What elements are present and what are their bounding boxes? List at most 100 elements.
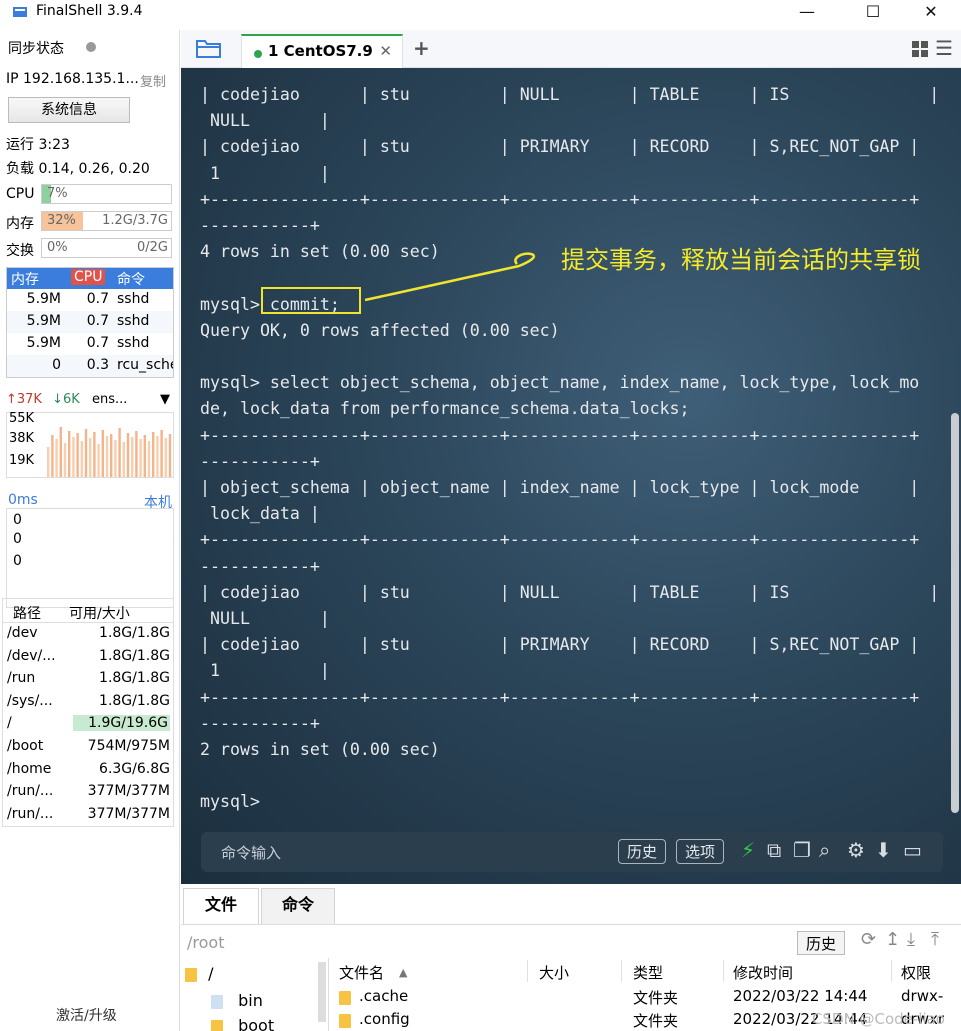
- process-table-header: 内存 CPU 命令: [7, 268, 173, 289]
- close-tab-icon[interactable]: ✕: [379, 42, 392, 60]
- disk-row[interactable]: / 1.9G/19.6G: [3, 713, 173, 736]
- disk-path: /dev/...: [7, 647, 56, 664]
- add-tab-button[interactable]: +: [413, 36, 430, 60]
- network-bar: [72, 437, 75, 477]
- col-type[interactable]: 类型: [633, 962, 663, 983]
- file-type: 文件夹: [633, 989, 679, 1007]
- paste-icon[interactable]: ❐: [793, 838, 811, 862]
- upload-file-icon[interactable]: ⤒: [931, 929, 939, 950]
- process-mem: 5.9M: [26, 335, 61, 351]
- path-history-button[interactable]: 历史: [797, 931, 846, 955]
- file-mtime: 2022/03/22 14:44: [733, 987, 868, 1005]
- interface-select[interactable]: ens...: [92, 392, 127, 407]
- command-bar: 命令输入 历史 选项 ⚡ ⧉ ❐ ⌕ ⚙ ⬇ ▭: [201, 832, 943, 872]
- minimize-button[interactable]: —: [784, 0, 830, 26]
- tree-item-boot[interactable]: boot: [211, 1016, 274, 1031]
- col-mtime[interactable]: 修改时间: [733, 962, 793, 983]
- network-bar: [143, 435, 146, 477]
- tree-item-root[interactable]: /: [185, 964, 213, 983]
- disk-row[interactable]: /run/... 377M/377M: [3, 804, 173, 827]
- process-mem: 5.9M: [26, 291, 61, 307]
- mem-meter: 32% 1.2G/3.7G: [41, 211, 172, 231]
- network-bar: [59, 427, 62, 477]
- col-path[interactable]: 路径: [13, 603, 41, 623]
- chevron-down-icon[interactable]: ▼: [160, 392, 170, 407]
- col-size[interactable]: 大小: [539, 962, 569, 983]
- disk-row[interactable]: /home 6.3G/6.8G: [3, 759, 173, 782]
- terminal-output[interactable]: | codejiao | stu | NULL | TABLE | IS | N…: [200, 82, 939, 816]
- download-file-icon[interactable]: ⤓: [907, 929, 915, 950]
- network-bar: [80, 441, 83, 477]
- tree-item-bin[interactable]: bin: [211, 991, 263, 1010]
- tab-commands[interactable]: 命令: [261, 888, 335, 924]
- disk-row[interactable]: /dev/... 1.8G/1.8G: [3, 646, 173, 669]
- process-row[interactable]: 5.9M 0.7 sshd: [7, 311, 173, 333]
- process-row[interactable]: 0 0.3 rcu_sche: [7, 355, 173, 377]
- col-mem[interactable]: 内存: [11, 269, 39, 289]
- col-filename[interactable]: 文件名: [339, 962, 384, 983]
- copy-icon[interactable]: ⧉: [767, 838, 781, 862]
- terminal-scrollbar[interactable]: [951, 413, 959, 813]
- network-bar: [110, 434, 113, 477]
- tree-scrollbar[interactable]: [318, 962, 326, 1022]
- network-bar: [76, 433, 79, 477]
- ping-latency: 0ms: [8, 492, 38, 508]
- cpu-label: CPU: [6, 186, 35, 202]
- download-icon[interactable]: ⬇: [875, 838, 892, 862]
- process-mem: 5.9M: [26, 313, 61, 329]
- gear-icon[interactable]: ⚙: [847, 838, 865, 862]
- file-type: 文件夹: [633, 1012, 679, 1030]
- window-icon[interactable]: ▭: [903, 838, 922, 862]
- folder-icon[interactable]: [195, 36, 223, 60]
- network-bar: [135, 431, 138, 477]
- disk-size: 377M/377M: [87, 805, 170, 822]
- refresh-icon[interactable]: ⟳: [861, 929, 876, 950]
- network-bar: [68, 431, 71, 477]
- network-bar: [93, 432, 96, 477]
- menu-icon[interactable]: ☰: [935, 36, 953, 60]
- col-available[interactable]: 可用/大小: [69, 603, 130, 623]
- process-row[interactable]: 5.9M 0.7 sshd: [7, 289, 173, 311]
- process-cpu: 0.7: [86, 335, 109, 351]
- sort-asc-icon[interactable]: ▲: [399, 966, 407, 979]
- tree-item-label: boot: [238, 1016, 275, 1031]
- load-average: 负载 0.14, 0.26, 0.20: [6, 161, 150, 177]
- disk-row[interactable]: /boot 754M/975M: [3, 736, 173, 759]
- up-directory-icon[interactable]: ↥: [885, 929, 900, 950]
- lightning-icon[interactable]: ⚡: [741, 838, 755, 862]
- network-bar: [139, 439, 142, 477]
- window-title: FinalShell 3.9.4: [36, 3, 143, 19]
- mem-label: 内存: [6, 216, 34, 232]
- col-permission[interactable]: 权限: [901, 962, 931, 983]
- search-icon[interactable]: ⌕: [819, 838, 830, 862]
- path-input[interactable]: /root: [187, 933, 224, 952]
- tab-files[interactable]: 文件: [183, 888, 259, 924]
- column-divider: [723, 960, 724, 982]
- network-bar: [63, 443, 67, 477]
- history-button[interactable]: 历史: [618, 839, 667, 864]
- layout-grid-icon[interactable]: [911, 40, 929, 58]
- disk-row[interactable]: /dev 1.8G/1.8G: [3, 623, 173, 646]
- disk-size: 1.8G/1.8G: [99, 692, 170, 709]
- sync-status-indicator: [86, 42, 96, 52]
- maximize-button[interactable]: ☐: [850, 0, 896, 26]
- disk-row[interactable]: /sys/... 1.8G/1.8G: [3, 691, 173, 714]
- command-input[interactable]: 命令输入: [221, 842, 281, 863]
- copy-ip-button[interactable]: 复制: [140, 71, 166, 90]
- terminal[interactable]: | codejiao | stu | NULL | TABLE | IS | N…: [181, 68, 961, 884]
- file-row[interactable]: .cache 文件夹 2022/03/22 14:44 drwx-: [331, 987, 961, 1009]
- options-button[interactable]: 选项: [676, 839, 725, 864]
- network-bar: [51, 435, 54, 477]
- network-bar: [118, 428, 121, 477]
- col-command[interactable]: 命令: [117, 269, 145, 289]
- activate-upgrade-link[interactable]: 激活/升级: [56, 1005, 117, 1025]
- tab-centos[interactable]: 1 CentOS7.9 ✕: [241, 34, 403, 68]
- process-row[interactable]: 5.9M 0.7 sshd: [7, 333, 173, 355]
- system-info-button[interactable]: 系统信息: [8, 97, 130, 123]
- close-window-button[interactable]: ✕: [908, 0, 954, 26]
- process-cmd: sshd: [117, 335, 150, 351]
- disk-row[interactable]: /run/... 377M/377M: [3, 781, 173, 804]
- col-cpu[interactable]: CPU: [71, 269, 106, 285]
- annotation-text: 提交事务，释放当前会话的共享锁: [561, 246, 921, 274]
- disk-row[interactable]: /run 1.8G/1.8G: [3, 668, 173, 691]
